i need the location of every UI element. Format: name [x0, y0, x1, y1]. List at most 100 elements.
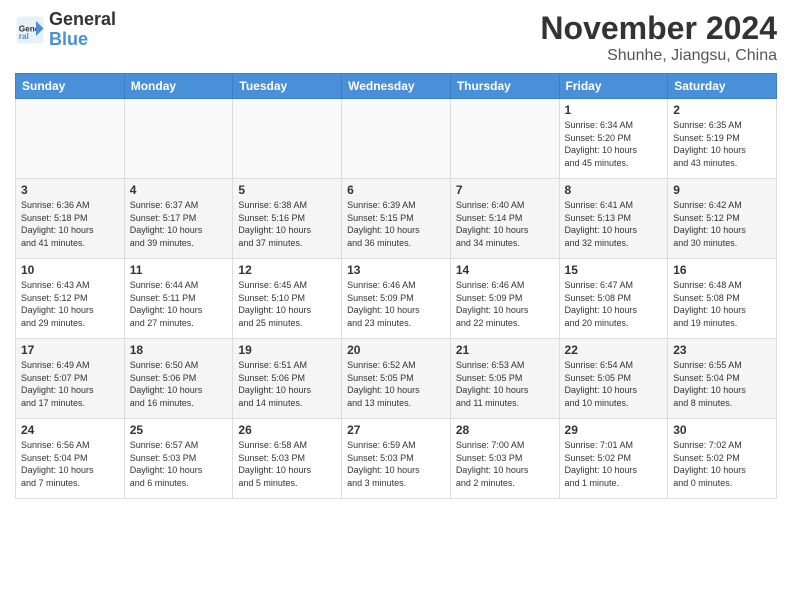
- day-number: 11: [130, 263, 228, 277]
- day-info: Sunrise: 7:01 AMSunset: 5:02 PMDaylight:…: [565, 440, 638, 488]
- day-info: Sunrise: 6:58 AMSunset: 5:03 PMDaylight:…: [238, 440, 311, 488]
- day-cell: 24Sunrise: 6:56 AMSunset: 5:04 PMDayligh…: [16, 419, 125, 499]
- day-cell: 6Sunrise: 6:39 AMSunset: 5:15 PMDaylight…: [342, 179, 451, 259]
- day-info: Sunrise: 6:43 AMSunset: 5:12 PMDaylight:…: [21, 280, 94, 328]
- day-cell: 3Sunrise: 6:36 AMSunset: 5:18 PMDaylight…: [16, 179, 125, 259]
- day-info: Sunrise: 6:46 AMSunset: 5:09 PMDaylight:…: [456, 280, 529, 328]
- day-number: 20: [347, 343, 445, 357]
- day-number: 1: [565, 103, 663, 117]
- day-cell: 23 Sunrise: 6:55 AMSunset: 5:04 PMDayligh…: [668, 339, 777, 419]
- day-info: Sunrise: 6:46 AMSunset: 5:09 PMDaylight:…: [347, 280, 420, 328]
- day-info: Sunrise: 6:48 AMSunset: 5:08 PMDaylight:…: [673, 280, 746, 328]
- day-cell: 18 Sunrise: 6:50 AMSunset: 5:06 PMDayligh…: [124, 339, 233, 419]
- day-number: 17: [21, 343, 119, 357]
- day-number: 16: [673, 263, 771, 277]
- logo-icon: Gene ral: [15, 15, 45, 45]
- calendar-table: SundayMondayTuesdayWednesdayThursdayFrid…: [15, 73, 777, 499]
- day-cell: 13 Sunrise: 6:46 AMSunset: 5:09 PMDayligh…: [342, 259, 451, 339]
- day-number: 6: [347, 183, 445, 197]
- day-cell: 5 Sunrise: 6:38 AMSunset: 5:16 PMDaylight…: [233, 179, 342, 259]
- week-row-4: 17 Sunrise: 6:49 AMSunset: 5:07 PMDayligh…: [16, 339, 777, 419]
- logo-blue: Blue: [49, 30, 116, 50]
- day-number: 21: [456, 343, 554, 357]
- day-cell: 28Sunrise: 7:00 AMSunset: 5:03 PMDayligh…: [450, 419, 559, 499]
- day-number: 22: [565, 343, 663, 357]
- day-cell: [450, 99, 559, 179]
- day-info: Sunrise: 6:47 AMSunset: 5:08 PMDaylight:…: [565, 280, 638, 328]
- day-cell: 21 Sunrise: 6:53 AMSunset: 5:05 PMDayligh…: [450, 339, 559, 419]
- day-cell: 9 Sunrise: 6:42 AMSunset: 5:12 PMDaylight…: [668, 179, 777, 259]
- day-number: 29: [565, 423, 663, 437]
- day-info: Sunrise: 6:35 AMSunset: 5:19 PMDaylight:…: [673, 120, 746, 168]
- day-number: 26: [238, 423, 336, 437]
- day-info: Sunrise: 6:50 AMSunset: 5:06 PMDaylight:…: [130, 360, 203, 408]
- day-info: Sunrise: 6:52 AMSunset: 5:05 PMDaylight:…: [347, 360, 420, 408]
- day-number: 2: [673, 103, 771, 117]
- day-info: Sunrise: 6:45 AMSunset: 5:10 PMDaylight:…: [238, 280, 311, 328]
- day-info: Sunrise: 6:49 AMSunset: 5:07 PMDaylight:…: [21, 360, 94, 408]
- day-cell: 15 Sunrise: 6:47 AMSunset: 5:08 PMDayligh…: [559, 259, 668, 339]
- day-cell: 20 Sunrise: 6:52 AMSunset: 5:05 PMDayligh…: [342, 339, 451, 419]
- day-cell: 22Sunrise: 6:54 AMSunset: 5:05 PMDayligh…: [559, 339, 668, 419]
- month-title: November 2024: [540, 10, 777, 47]
- location: Shunhe, Jiangsu, China: [540, 47, 777, 65]
- day-number: 7: [456, 183, 554, 197]
- day-info: Sunrise: 6:57 AMSunset: 5:03 PMDaylight:…: [130, 440, 203, 488]
- day-info: Sunrise: 6:53 AMSunset: 5:05 PMDaylight:…: [456, 360, 529, 408]
- day-number: 15: [565, 263, 663, 277]
- day-number: 12: [238, 263, 336, 277]
- day-number: 13: [347, 263, 445, 277]
- day-cell: 8Sunrise: 6:41 AMSunset: 5:13 PMDaylight…: [559, 179, 668, 259]
- day-number: 25: [130, 423, 228, 437]
- header-row: SundayMondayTuesdayWednesdayThursdayFrid…: [16, 74, 777, 99]
- svg-text:ral: ral: [19, 32, 29, 41]
- header-wednesday: Wednesday: [342, 74, 451, 99]
- week-row-5: 24Sunrise: 6:56 AMSunset: 5:04 PMDayligh…: [16, 419, 777, 499]
- day-info: Sunrise: 6:40 AMSunset: 5:14 PMDaylight:…: [456, 200, 529, 248]
- day-info: Sunrise: 6:42 AMSunset: 5:12 PMDaylight:…: [673, 200, 746, 248]
- header-sunday: Sunday: [16, 74, 125, 99]
- day-number: 14: [456, 263, 554, 277]
- day-number: 23: [673, 343, 771, 357]
- day-number: 9: [673, 183, 771, 197]
- logo-general: General: [49, 10, 116, 30]
- calendar-body: 1Sunrise: 6:34 AMSunset: 5:20 PMDaylight…: [16, 99, 777, 499]
- day-number: 4: [130, 183, 228, 197]
- day-cell: 14 Sunrise: 6:46 AMSunset: 5:09 PMDayligh…: [450, 259, 559, 339]
- day-info: Sunrise: 6:55 AMSunset: 5:04 PMDaylight:…: [673, 360, 746, 408]
- day-cell: [233, 99, 342, 179]
- week-row-3: 10 Sunrise: 6:43 AMSunset: 5:12 PMDayligh…: [16, 259, 777, 339]
- main-container: Gene ral General Blue November 2024 Shun…: [0, 0, 792, 504]
- day-cell: 4Sunrise: 6:37 AMSunset: 5:17 PMDaylight…: [124, 179, 233, 259]
- header-saturday: Saturday: [668, 74, 777, 99]
- day-number: 10: [21, 263, 119, 277]
- logo: Gene ral General Blue: [15, 10, 116, 50]
- day-number: 5: [238, 183, 336, 197]
- day-cell: 25 Sunrise: 6:57 AMSunset: 5:03 PMDayligh…: [124, 419, 233, 499]
- week-row-1: 1Sunrise: 6:34 AMSunset: 5:20 PMDaylight…: [16, 99, 777, 179]
- day-number: 18: [130, 343, 228, 357]
- day-number: 8: [565, 183, 663, 197]
- day-info: Sunrise: 7:02 AMSunset: 5:02 PMDaylight:…: [673, 440, 746, 488]
- day-info: Sunrise: 6:38 AMSunset: 5:16 PMDaylight:…: [238, 200, 311, 248]
- day-cell: 29 Sunrise: 7:01 AMSunset: 5:02 PMDayligh…: [559, 419, 668, 499]
- day-cell: 12 Sunrise: 6:45 AMSunset: 5:10 PMDayligh…: [233, 259, 342, 339]
- header: Gene ral General Blue November 2024 Shun…: [15, 10, 777, 65]
- day-cell: 27 Sunrise: 6:59 AMSunset: 5:03 PMDayligh…: [342, 419, 451, 499]
- day-cell: 30 Sunrise: 7:02 AMSunset: 5:02 PMDayligh…: [668, 419, 777, 499]
- title-section: November 2024 Shunhe, Jiangsu, China: [540, 10, 777, 65]
- day-cell: 1Sunrise: 6:34 AMSunset: 5:20 PMDaylight…: [559, 99, 668, 179]
- day-cell: 10 Sunrise: 6:43 AMSunset: 5:12 PMDayligh…: [16, 259, 125, 339]
- day-info: Sunrise: 6:59 AMSunset: 5:03 PMDaylight:…: [347, 440, 420, 488]
- day-number: 3: [21, 183, 119, 197]
- day-cell: 11Sunrise: 6:44 AMSunset: 5:11 PMDayligh…: [124, 259, 233, 339]
- day-info: Sunrise: 6:56 AMSunset: 5:04 PMDaylight:…: [21, 440, 94, 488]
- day-number: 19: [238, 343, 336, 357]
- day-cell: 16 Sunrise: 6:48 AMSunset: 5:08 PMDayligh…: [668, 259, 777, 339]
- day-cell: 26 Sunrise: 6:58 AMSunset: 5:03 PMDayligh…: [233, 419, 342, 499]
- day-number: 30: [673, 423, 771, 437]
- day-number: 27: [347, 423, 445, 437]
- header-thursday: Thursday: [450, 74, 559, 99]
- logo-text: General Blue: [49, 10, 116, 50]
- header-friday: Friday: [559, 74, 668, 99]
